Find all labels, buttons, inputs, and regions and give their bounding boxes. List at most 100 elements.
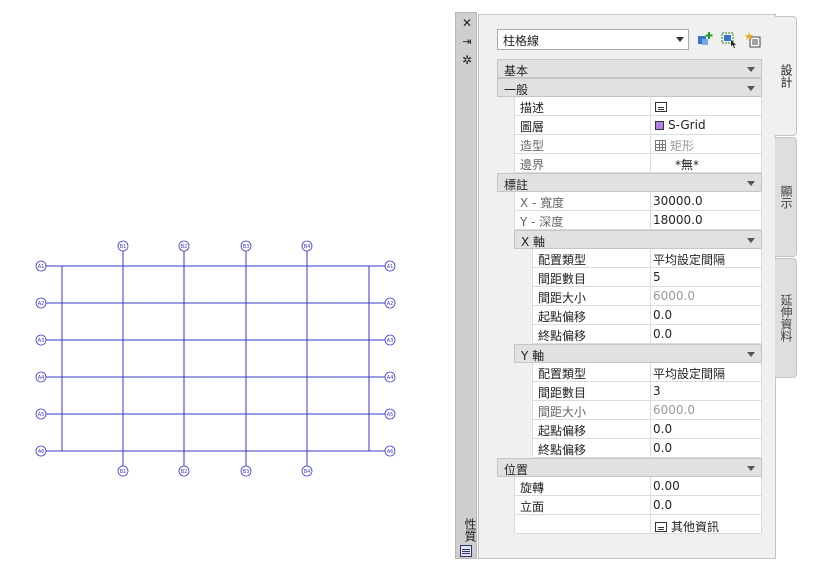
prop-shape[interactable]: 造型 矩形 <box>514 135 762 154</box>
category-basic-label: 基本 <box>504 64 529 78</box>
style-selector-value: 柱格線 <box>503 34 540 48</box>
prop-y-layout-type-label: 配置類型 <box>538 367 587 381</box>
prop-x-end-offset[interactable]: 終點偏移 0.0 <box>532 325 762 344</box>
tab-extended-data[interactable]: 延伸資料 <box>775 258 797 378</box>
prop-y-bay-size[interactable]: 間距大小 6000.0 <box>532 401 762 420</box>
prop-x-end-offset-value: 0.0 <box>653 327 673 341</box>
prop-boundary[interactable]: 邊界 *無* <box>514 154 762 173</box>
grid-bubble-left-6[interactable]: A6 <box>35 445 47 457</box>
settings-icon[interactable]: ✲ <box>460 53 474 67</box>
prop-description[interactable]: 描述 <box>514 97 762 116</box>
category-general[interactable]: 一般 <box>497 78 762 97</box>
tab-display[interactable]: 顯示 <box>775 137 797 257</box>
grid-bubble-right-1[interactable]: A1 <box>384 260 396 272</box>
pickadd-icon[interactable] <box>745 31 762 48</box>
chevron-down-icon <box>747 352 755 357</box>
svg-text:A4: A4 <box>38 375 45 381</box>
palette-title-strip[interactable]: ✕ ⇥ ✲ 性質 <box>455 12 477 559</box>
grid-bubble-right-4[interactable]: A4 <box>384 371 396 383</box>
grid-bubble-bottom-3[interactable]: B3 <box>240 465 252 477</box>
category-location[interactable]: 位置 <box>497 458 762 477</box>
svg-text:B4: B4 <box>304 244 311 250</box>
prop-y-layout-type-value: 平均設定間隔 <box>653 367 726 381</box>
style-selector[interactable]: 柱格線 <box>497 29 689 50</box>
chevron-down-icon <box>747 181 755 186</box>
prop-rotation[interactable]: 旋轉 0.00 <box>514 477 762 496</box>
prop-additional-info[interactable]: 其他資訊 <box>514 515 762 534</box>
prop-x-layout-type[interactable]: 配置類型 平均設定間隔 <box>532 249 762 268</box>
prop-y-bay-count[interactable]: 間距數目 3 <box>532 382 762 401</box>
grid-bubble-bottom-1[interactable]: B1 <box>117 465 129 477</box>
prop-x-layout-type-value: 平均設定間隔 <box>653 253 726 267</box>
layer-color-swatch <box>655 121 664 130</box>
category-x-axis[interactable]: X 軸 <box>514 230 762 249</box>
svg-text:A6: A6 <box>387 449 394 455</box>
grid-bubble-left-4[interactable]: A4 <box>35 371 47 383</box>
prop-y-layout-type[interactable]: 配置類型 平均設定間隔 <box>532 363 762 382</box>
grid-bubble-right-3[interactable]: A3 <box>384 334 396 346</box>
grid-bubble-left-5[interactable]: A5 <box>35 408 47 420</box>
grid-bubble-left-2[interactable]: A2 <box>35 297 47 309</box>
grid-bubble-right-2[interactable]: A2 <box>384 297 396 309</box>
prop-y-start-offset-value: 0.0 <box>653 422 673 436</box>
category-location-label: 位置 <box>504 463 529 477</box>
prop-elevation[interactable]: 立面 0.0 <box>514 496 762 515</box>
svg-text:B3: B3 <box>243 244 250 250</box>
svg-text:A3: A3 <box>38 338 45 344</box>
description-icon[interactable] <box>655 102 667 112</box>
prop-x-start-offset[interactable]: 起點偏移 0.0 <box>532 306 762 325</box>
prop-y-depth[interactable]: Y - 深度 18000.0 <box>514 211 762 230</box>
grid-bubble-bottom-4[interactable]: B4 <box>301 465 313 477</box>
prop-y-bay-count-label: 間距數目 <box>538 386 587 400</box>
svg-text:B2: B2 <box>181 244 188 250</box>
chevron-down-icon <box>676 37 684 42</box>
prop-y-end-offset[interactable]: 終點偏移 0.0 <box>532 439 762 458</box>
grid-bubble-right-6[interactable]: A6 <box>384 445 396 457</box>
prop-x-bay-size[interactable]: 間距大小 6000.0 <box>532 287 762 306</box>
svg-text:B3: B3 <box>243 469 250 475</box>
chevron-down-icon <box>747 86 755 91</box>
grid-bubble-right-5[interactable]: A5 <box>384 408 396 420</box>
prop-boundary-value: *無* <box>675 158 700 172</box>
auto-hide-icon[interactable]: ⇥ <box>460 35 474 49</box>
grid-bubble-left-1[interactable]: A1 <box>35 260 47 272</box>
prop-y-bay-size-label: 間距大小 <box>538 405 587 419</box>
prop-x-end-offset-label: 終點偏移 <box>538 329 587 343</box>
prop-x-width[interactable]: X - 寬度 30000.0 <box>514 192 762 211</box>
svg-text:B4: B4 <box>304 469 311 475</box>
category-y-axis[interactable]: Y 軸 <box>514 344 762 363</box>
svg-text:A2: A2 <box>38 301 45 307</box>
prop-y-end-offset-value: 0.0 <box>653 441 673 455</box>
prop-y-start-offset[interactable]: 起點偏移 0.0 <box>532 420 762 439</box>
category-basic[interactable]: 基本 <box>497 59 762 78</box>
add-selected-icon[interactable] <box>697 31 714 48</box>
svg-text:A2: A2 <box>387 301 394 307</box>
quick-select-icon[interactable] <box>460 545 472 557</box>
select-similar-icon[interactable] <box>721 31 738 48</box>
additional-info-icon[interactable] <box>655 522 667 532</box>
prop-x-bay-size-value: 6000.0 <box>653 289 695 303</box>
svg-text:A1: A1 <box>38 264 45 270</box>
svg-text:A5: A5 <box>387 412 394 418</box>
prop-boundary-label: 邊界 <box>520 158 545 172</box>
svg-text:A6: A6 <box>38 449 45 455</box>
grid-bubble-top-2[interactable]: B2 <box>178 240 190 252</box>
tab-design[interactable]: 設計 <box>775 16 797 136</box>
grid-bubble-top-1[interactable]: B1 <box>117 240 129 252</box>
column-grid-drawing[interactable]: B1 B2 B3 B4 B1 B2 B3 B4 A1 A2 A3 A4 A5 A… <box>0 0 450 569</box>
category-dimensions[interactable]: 標註 <box>497 173 762 192</box>
grid-bubble-left-3[interactable]: A3 <box>35 334 47 346</box>
close-icon[interactable]: ✕ <box>460 16 474 30</box>
prop-x-bay-count[interactable]: 間距數目 5 <box>532 268 762 287</box>
prop-layer-label: 圖層 <box>520 120 545 134</box>
prop-layer[interactable]: 圖層 S-Grid <box>514 116 762 135</box>
grid-bubble-bottom-2[interactable]: B2 <box>178 465 190 477</box>
grid-bubble-top-4[interactable]: B4 <box>301 240 313 252</box>
prop-y-depth-label: Y - 深度 <box>520 215 564 229</box>
prop-elevation-label: 立面 <box>520 500 545 514</box>
svg-text:A4: A4 <box>387 375 394 381</box>
grid-bubble-top-3[interactable]: B3 <box>240 240 252 252</box>
svg-text:B1: B1 <box>120 244 127 250</box>
category-dimensions-label: 標註 <box>504 178 529 192</box>
prop-rotation-value: 0.00 <box>653 479 680 493</box>
